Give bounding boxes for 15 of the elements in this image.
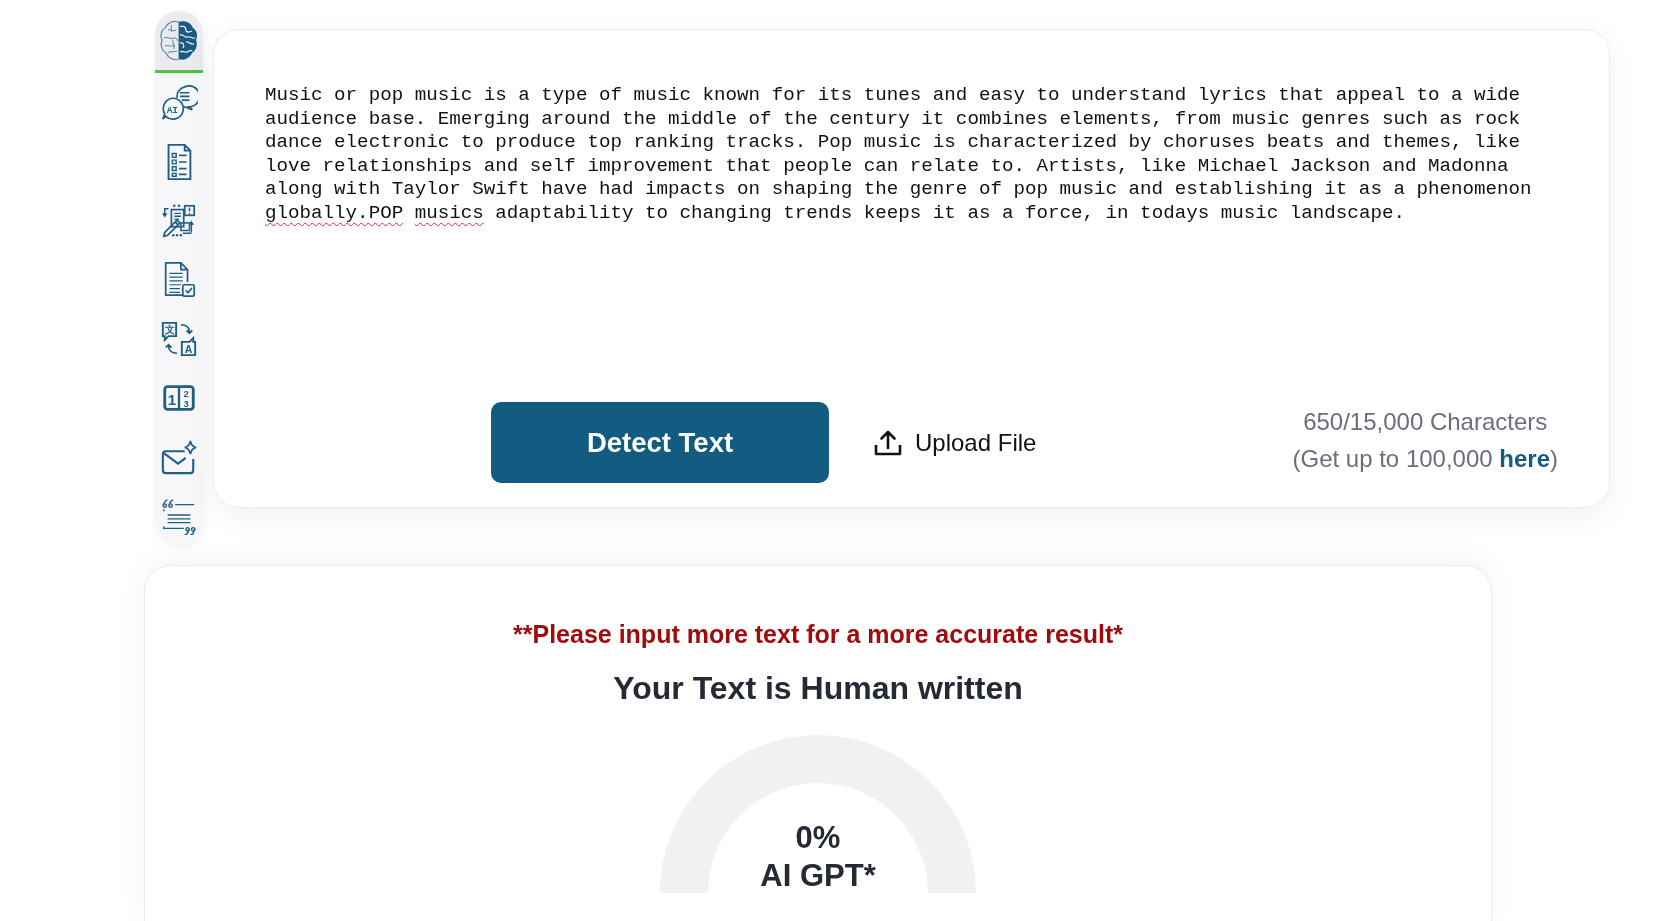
result-heading: Your Text is Human written — [613, 669, 1023, 708]
sidebar-nav-item[interactable] — [155, 11, 203, 73]
sidebar-nav-item[interactable]: AI — [155, 73, 203, 132]
upgrade-link[interactable]: here — [1499, 444, 1550, 472]
warning-message: **Please input more text for a more accurate result* — [513, 619, 1123, 650]
upgrade-note: (Get up to 100,000 here) — [1292, 443, 1558, 474]
detect-text-button[interactable]: Detect Text — [491, 402, 829, 483]
sidebar-nav-item[interactable]: 文 A — [155, 309, 203, 368]
character-count: 650/15,000 Characters — [1303, 406, 1548, 437]
quote-lines-icon — [160, 496, 198, 535]
upload-icon — [874, 428, 902, 457]
ai-gpt-label: AI GPT* — [760, 857, 876, 895]
ai-percentage: 0% — [795, 819, 841, 857]
upload-file-button[interactable]: Upload File — [874, 428, 1037, 457]
text-input-field[interactable]: Music or pop music is a type of music known for its tunes and easy to understand lyrics that appeal to a wide audience base. Emerging around the middle of the century it combines elements, from music genres such as rock dance electronic to produce top ranking tracks. Pop music is characterized by choruses beats and themes, like love relationships and self improvement that people can relate to. Artists, like Michael Jackson and Madonna along with Taylor Swift have had impacts on shaping the genre of pop music and establishing it as a phenomenon globally.POP musics adaptability to changing trends keeps it as a force, in todays music landscape. — [265, 84, 1544, 225]
